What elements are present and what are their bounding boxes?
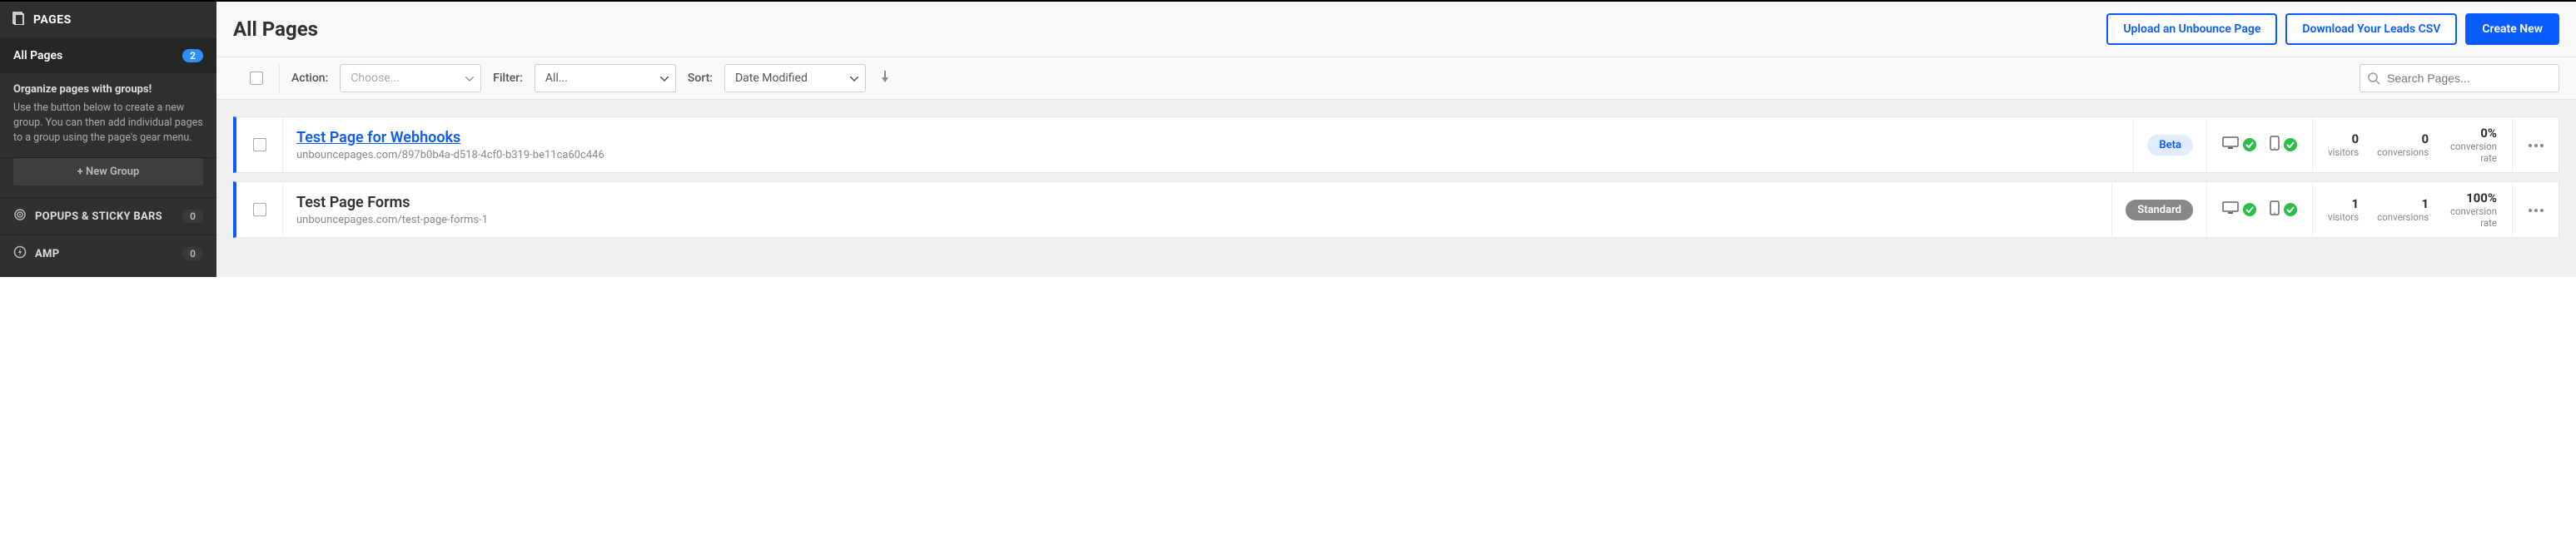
page-url: unbouncepages.com/test-page-forms-1	[296, 214, 2098, 226]
row-menu-button[interactable]	[2512, 182, 2559, 237]
dots-icon	[2528, 138, 2544, 151]
stats-col: 1visitors 1conversions 100%conversion ra…	[2312, 182, 2512, 237]
mobile-icon	[2270, 136, 2280, 154]
topbar: All Pages Upload an Unbounce Page Downlo…	[216, 2, 2576, 57]
groups-desc: Use the button below to create a new gro…	[13, 101, 203, 146]
new-group-button[interactable]: + New Group	[13, 158, 203, 185]
dots-icon	[2528, 203, 2544, 216]
filter-select[interactable]: All...	[535, 64, 676, 92]
check-icon	[2243, 203, 2256, 216]
row-title-col: Test Page Forms unbouncepages.com/test-p…	[283, 182, 2111, 237]
action-label: Action:	[291, 72, 328, 85]
main-content: All Pages Upload an Unbounce Page Downlo…	[216, 2, 2576, 277]
sort-label: Sort:	[688, 72, 713, 85]
amp-count: 0	[182, 247, 203, 260]
mobile-status	[2270, 200, 2297, 219]
tag-col: Standard	[2111, 182, 2206, 237]
sidebar-header-label: PAGES	[33, 13, 72, 27]
row-checkbox-col	[236, 182, 283, 237]
row-title-col: Test Page for Webhooks unbouncepages.com…	[283, 117, 2133, 172]
visitors-stat: 1visitors	[2328, 196, 2359, 223]
variant-tag: Standard	[2126, 200, 2193, 220]
desktop-status	[2222, 201, 2256, 218]
device-col	[2206, 117, 2312, 172]
filter-bar: Action: Choose... Filter: All... Sort: D…	[216, 57, 2576, 100]
pages-icon	[12, 12, 25, 28]
sidebar-all-pages-label: All Pages	[13, 49, 62, 62]
download-leads-button[interactable]: Download Your Leads CSV	[2285, 13, 2457, 45]
action-select[interactable]: Choose...	[340, 64, 481, 92]
page-url: unbouncepages.com/897b0b4a-d518-4cf0-b31…	[296, 149, 2120, 161]
mobile-icon	[2270, 200, 2280, 219]
chevron-down-icon	[850, 72, 858, 85]
amp-icon	[13, 245, 27, 262]
amp-label: AMP	[35, 248, 59, 260]
page-title: All Pages	[233, 17, 318, 41]
sidebar-groups-section: Organize pages with groups! Use the butt…	[0, 72, 216, 158]
sidebar-item-popups[interactable]: POPUPS & STICKY BARS 0	[0, 197, 216, 235]
row-checkbox-col	[236, 117, 283, 172]
filter-label: Filter:	[493, 72, 523, 85]
check-icon	[2284, 138, 2297, 151]
rate-stat: 0%conversion rate	[2447, 126, 2497, 164]
groups-title: Organize pages with groups!	[13, 83, 203, 96]
all-pages-count-badge: 2	[182, 49, 203, 62]
header-actions: Upload an Unbounce Page Download Your Le…	[2106, 13, 2559, 45]
filter-select-value: All...	[545, 72, 568, 85]
desktop-icon	[2222, 201, 2239, 218]
sort-select-value: Date Modified	[735, 72, 808, 85]
stats-col: 0visitors 0conversions 0%conversion rate	[2312, 117, 2512, 172]
row-checkbox[interactable]	[253, 138, 266, 151]
sort-select[interactable]: Date Modified	[724, 64, 866, 92]
check-icon	[2243, 138, 2256, 151]
device-col	[2206, 182, 2312, 237]
visitors-stat: 0visitors	[2328, 131, 2359, 158]
row-checkbox[interactable]	[253, 203, 266, 216]
mobile-status	[2270, 136, 2297, 154]
conversions-stat: 0conversions	[2377, 131, 2429, 158]
variant-tag: Beta	[2147, 135, 2193, 156]
row-menu-button[interactable]	[2512, 117, 2559, 172]
conversions-stat: 1conversions	[2377, 196, 2429, 223]
check-icon	[2284, 203, 2297, 216]
select-all-checkbox[interactable]	[250, 72, 263, 85]
create-new-button[interactable]: Create New	[2465, 13, 2559, 45]
sidebar-item-all-pages[interactable]: All Pages 2	[0, 39, 216, 72]
sort-direction-toggle[interactable]	[878, 71, 893, 86]
target-icon	[13, 208, 27, 225]
popups-label: POPUPS & STICKY BARS	[35, 210, 162, 223]
page-title-link: Test Page Forms	[296, 194, 2098, 211]
sidebar: PAGES All Pages 2 Organize pages with gr…	[0, 2, 216, 277]
chevron-down-icon	[660, 72, 669, 85]
page-title-link[interactable]: Test Page for Webhooks	[296, 129, 2120, 146]
desktop-status	[2222, 136, 2256, 153]
tag-col: Beta	[2133, 117, 2206, 172]
page-row: Test Page for Webhooks unbouncepages.com…	[233, 116, 2559, 173]
page-row: Test Page Forms unbouncepages.com/test-p…	[233, 181, 2559, 238]
search-wrap	[2360, 64, 2559, 92]
chevron-down-icon	[465, 72, 474, 85]
sidebar-header: PAGES	[0, 2, 216, 39]
desktop-icon	[2222, 136, 2239, 153]
popups-count: 0	[182, 210, 203, 223]
select-all-col	[233, 64, 280, 92]
search-input[interactable]	[2360, 64, 2559, 92]
rate-stat: 100%conversion rate	[2447, 190, 2497, 229]
sidebar-item-amp[interactable]: AMP 0	[0, 235, 216, 272]
page-list: Test Page for Webhooks unbouncepages.com…	[216, 100, 2576, 277]
upload-button[interactable]: Upload an Unbounce Page	[2106, 13, 2277, 45]
action-select-value: Choose...	[351, 72, 400, 85]
